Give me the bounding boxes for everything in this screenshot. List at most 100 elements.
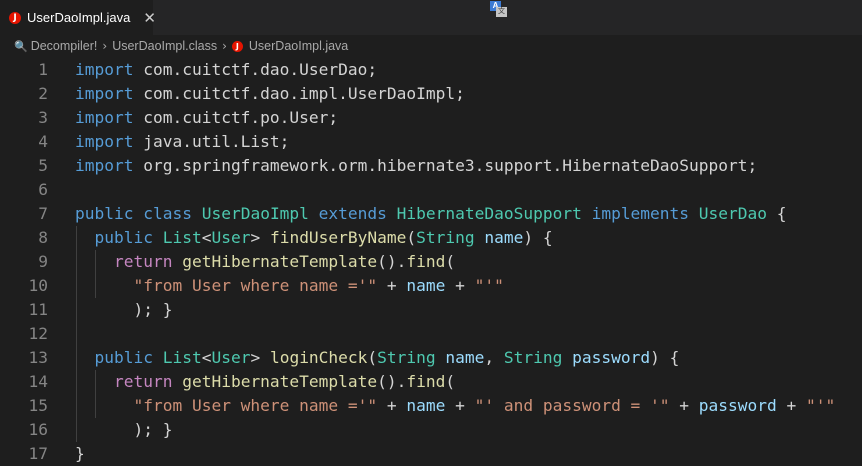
code-token: findUserByName [269,228,407,247]
search-icon: 🔍 [14,39,28,53]
code-text: return getHibernateTemplate().find( [75,250,455,274]
code-text: ); } [75,298,172,322]
breadcrumb-item-decompiler[interactable]: Decompiler! [31,39,98,53]
chevron-right-icon: › [102,39,108,53]
tab-userdaoimpl-java[interactable]: J UserDaoImpl.java ✕ [0,0,156,35]
code-token: loginCheck [269,348,368,367]
line-number: 15 [28,396,49,415]
code-token: String [416,228,475,247]
code-token: (). [377,252,407,271]
code-text: "from User where name ='" + name + "'" [75,274,503,298]
code-token: password [572,348,651,367]
code-text: "from User where name ='" + name + "' an… [75,394,835,418]
code-token: , [484,348,504,367]
code-token: public [94,228,153,247]
code-text: public List<User> loginCheck(String name… [75,346,680,370]
code-token: ( [445,372,456,391]
code-token: return [113,372,173,391]
breadcrumb-item-class[interactable]: UserDaoImpl.class [112,39,217,53]
code-token: { [767,204,787,223]
line-number: 4 [38,132,48,151]
code-token: (). [377,372,407,391]
code-token: + [445,276,475,295]
code-token: getHibernateTemplate [182,372,378,391]
code-editor[interactable]: 1 import com.cuitctf.dao.UserDao; 2 import … [0,58,862,463]
code-token: + [445,396,475,415]
code-token: UserDaoImpl [201,204,309,223]
code-token: "'" [806,396,836,415]
code-text: import java.util.List; [75,130,289,154]
line-number: 9 [38,252,48,271]
code-token: name [406,396,446,415]
line-number: 14 [28,372,49,391]
code-token: UserDao [698,204,768,223]
code-token: com.cuitctf.dao.impl.UserDaoImpl; [133,84,465,103]
code-text: public class UserDaoImpl extends Hiberna… [75,202,787,226]
code-token: ( [406,228,417,247]
code-token: User [211,228,251,247]
code-token: "from User where name ='" [133,396,378,415]
code-token: + [377,396,407,415]
line-number: 5 [38,156,48,175]
code-text: public List<User> findUserByName(String … [75,226,553,250]
line-number: 8 [38,228,48,247]
code-token: "from User where name ='" [133,276,378,295]
code-token: find [406,252,446,271]
line-number: 11 [28,300,49,319]
code-text: ); } [75,418,172,442]
chevron-right-icon: › [222,39,227,53]
code-token: org.springframework.orm.hibernate3.suppo… [133,156,758,175]
code-token: password [698,396,777,415]
code-token: com.cuitctf.dao.UserDao; [133,60,378,79]
code-token: import [75,108,134,127]
code-token: List [162,348,202,367]
code-token: name [484,228,524,247]
tab-label: UserDaoImpl.java [27,10,131,25]
code-token: public [75,204,134,223]
code-token: User [211,348,251,367]
code-token: ); } [75,300,173,319]
code-text: import com.cuitctf.dao.impl.UserDaoImpl; [75,82,465,106]
line-number: 17 [28,444,49,463]
code-token: import [75,156,134,175]
code-token: ) { [650,348,680,367]
code-token: + [776,396,807,415]
code-token: import [75,60,134,79]
code-token: ( [445,252,456,271]
close-icon[interactable]: ✕ [143,9,156,27]
code-token: + [377,276,407,295]
code-token: HibernateDaoSupport [396,204,582,223]
code-token: "' and password = '" [474,396,670,415]
code-token: java.util.List; [133,132,290,151]
translate-icon[interactable]: A文 [490,1,508,17]
line-number: 10 [28,276,49,295]
code-token: class [143,204,192,223]
code-token: implements [591,204,690,223]
breadcrumb-item-java[interactable]: J UserDaoImpl.java [231,39,348,53]
code-text: import com.cuitctf.dao.UserDao; [75,58,377,82]
line-number: 2 [38,84,48,103]
line-number: 13 [28,348,49,367]
code-token: import [75,84,134,103]
code-token: > [250,228,270,247]
java-file-icon: J [9,11,21,24]
tab-bar: J UserDaoImpl.java ✕ A文 [0,0,862,35]
code-token: } [75,444,85,463]
code-token: name [445,348,485,367]
breadcrumb: 🔍 Decompiler! › UserDaoImpl.class › J Us… [0,35,862,57]
